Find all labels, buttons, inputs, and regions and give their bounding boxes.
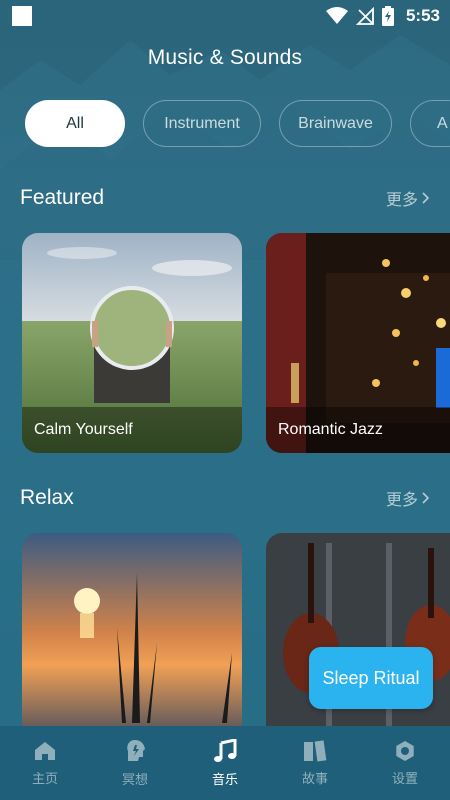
- meditate-icon: [127, 739, 145, 761]
- gear-icon: [396, 740, 414, 761]
- notification-icon: [12, 6, 32, 26]
- card-label: Calm Yourself: [22, 407, 242, 453]
- tab-label: 故事: [301, 770, 328, 786]
- filter-chip-label: Brainwave: [298, 114, 373, 132]
- home-icon: [35, 741, 55, 760]
- card-calm-yourself[interactable]: Calm Yourself: [22, 233, 242, 453]
- battery-charging-icon: [381, 6, 394, 26]
- book-icon: [304, 739, 327, 761]
- card-image-sunset-lake: [22, 533, 242, 727]
- relax-more-link[interactable]: 更多: [386, 486, 430, 510]
- filter-chip-instrument[interactable]: Instrument: [143, 100, 261, 147]
- tab-settings[interactable]: 设置: [360, 740, 450, 787]
- filter-chip-brainwave[interactable]: Brainwave: [279, 100, 392, 147]
- wifi-icon: [325, 7, 348, 24]
- status-icons: 5:53: [325, 5, 440, 27]
- chevron-right-icon: [422, 492, 430, 504]
- tab-label: 音乐: [211, 771, 238, 787]
- page-title: Music & Sounds: [147, 46, 303, 69]
- category-filters: All Instrument Brainwave A: [25, 100, 450, 149]
- filter-chip-all[interactable]: All: [25, 100, 125, 147]
- tab-label: 主页: [31, 770, 58, 786]
- more-label: 更多: [385, 192, 418, 209]
- tab-stories[interactable]: 故事: [270, 739, 360, 787]
- card-romantic-jazz[interactable]: Romantic Jazz: [266, 233, 450, 453]
- relax-section-header: Relax 更多: [20, 486, 430, 510]
- tab-home[interactable]: 主页: [0, 740, 90, 787]
- relax-title: Relax: [20, 486, 74, 509]
- chevron-right-icon: [422, 192, 430, 204]
- card-label: Romantic Jazz: [266, 407, 450, 453]
- featured-row: Calm Yourself Romantic Jazz: [22, 233, 450, 453]
- filter-chip-label: Instrument: [164, 114, 240, 132]
- music-note-icon: [214, 738, 237, 762]
- featured-more-link[interactable]: 更多: [386, 186, 430, 210]
- bottom-tab-bar: 主页 冥想 音乐 故事 设置: [0, 726, 450, 800]
- tab-music[interactable]: 音乐: [180, 738, 270, 788]
- featured-title: Featured: [20, 186, 105, 209]
- status-time: 5:53: [405, 6, 440, 25]
- more-label: 更多: [385, 492, 418, 509]
- status-bar: 5:53: [0, 0, 450, 32]
- no-signal-icon: [355, 7, 374, 25]
- sleep-ritual-button[interactable]: Sleep Ritual: [309, 647, 433, 709]
- filter-chip-label: A: [437, 114, 448, 132]
- tab-meditate[interactable]: 冥想: [90, 739, 180, 788]
- card-sunset-lake[interactable]: [22, 533, 242, 727]
- filter-chip-partial[interactable]: A: [410, 100, 450, 147]
- tab-label: 设置: [391, 770, 418, 786]
- tab-label: 冥想: [121, 771, 148, 787]
- filter-chip-label: All: [66, 114, 84, 132]
- featured-section-header: Featured 更多: [20, 186, 430, 210]
